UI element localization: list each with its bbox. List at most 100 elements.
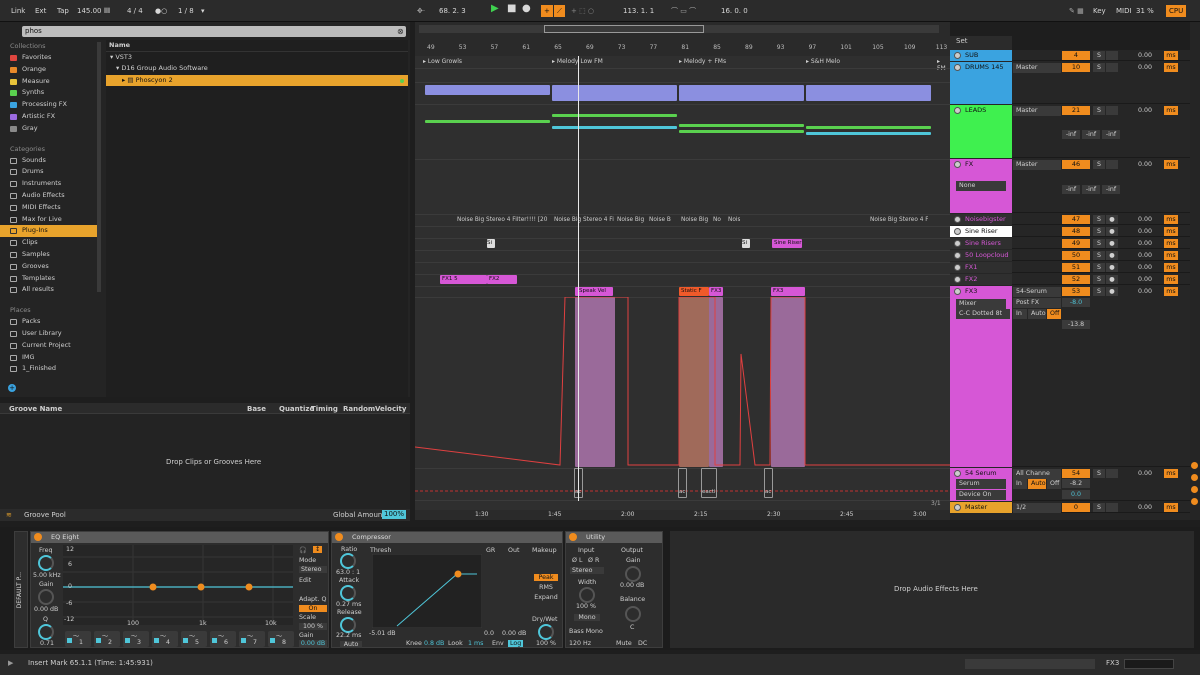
drywet-value[interactable]: 100 %	[536, 640, 556, 647]
monitor-auto[interactable]: Auto	[1028, 309, 1046, 319]
arm-button[interactable]: ●	[1106, 215, 1118, 224]
category-item[interactable]: MIDI Effects	[0, 202, 100, 214]
lead-clip[interactable]	[806, 132, 931, 135]
track-fold-icon[interactable]	[954, 216, 961, 223]
ratio-knob[interactable]	[340, 553, 356, 569]
metronome-icon[interactable]: ●○	[152, 5, 170, 17]
solo-button[interactable]: S	[1093, 239, 1105, 248]
record-icon[interactable]: ●	[519, 3, 534, 15]
track-activator[interactable]: 47	[1062, 215, 1090, 224]
balance-knob[interactable]	[625, 606, 641, 622]
overdub-icon[interactable]: +	[541, 5, 553, 17]
lead-clip[interactable]	[679, 124, 804, 127]
phase-right-toggle[interactable]: Ø R	[588, 557, 599, 564]
peak-toggle[interactable]: Peak	[534, 574, 558, 581]
look-value[interactable]: 1 ms	[468, 640, 483, 647]
arm-button[interactable]	[1106, 469, 1118, 478]
collection-item[interactable]: Artistic FX	[0, 111, 100, 123]
link-button[interactable]: Link	[8, 5, 28, 17]
track-volume[interactable]: 0.00	[1130, 227, 1160, 236]
eq-band-button[interactable]: 〜 2	[94, 631, 120, 647]
arm-button[interactable]	[1106, 503, 1118, 512]
send-level[interactable]: -inf	[1082, 185, 1100, 194]
track-activator[interactable]: 10	[1062, 63, 1090, 72]
send-level[interactable]: -inf	[1062, 185, 1080, 194]
serum-monitor-off[interactable]: Off	[1047, 479, 1061, 489]
monitor-off[interactable]: Off	[1047, 309, 1061, 319]
track-activator[interactable]: 52	[1062, 275, 1090, 284]
util-gain-knob[interactable]	[625, 566, 641, 582]
ratio-value[interactable]: 63.0 : 1	[336, 569, 360, 576]
track-activator[interactable]: 21	[1062, 106, 1090, 115]
arm-button[interactable]	[1106, 106, 1118, 115]
track-activator[interactable]: 50	[1062, 251, 1090, 260]
eq-band-button[interactable]: 〜 1	[65, 631, 91, 647]
arm-button[interactable]: ●	[1106, 239, 1118, 248]
arm-button[interactable]: ●	[1106, 227, 1118, 236]
solo-button[interactable]: S	[1093, 215, 1105, 224]
automation-clip[interactable]: FX3	[771, 287, 805, 296]
track-volume[interactable]: 0.00	[1130, 160, 1160, 169]
mixer-track[interactable]: Master 1/2 0 S 0.00 ms	[950, 502, 1190, 513]
track-volume[interactable]: 0.00	[1130, 503, 1160, 512]
gain-value[interactable]: 0.00 dB	[34, 606, 58, 613]
band-on-icon[interactable]	[212, 638, 217, 643]
serum-monitor-in[interactable]: In	[1013, 479, 1027, 489]
automation-clip[interactable]: Speak Vel	[575, 287, 613, 296]
band-on-icon[interactable]	[96, 638, 101, 643]
band-on-icon[interactable]	[67, 638, 72, 643]
eq-band-button[interactable]: 〜 8	[268, 631, 294, 647]
mono-toggle[interactable]: Mono	[574, 614, 600, 621]
channel-mode-select[interactable]: Stereo	[570, 567, 604, 574]
track-fold-icon[interactable]	[954, 228, 961, 235]
noise-clip[interactable]: Nois	[726, 215, 740, 225]
bass-mono-toggle[interactable]: Bass Mono	[569, 628, 603, 635]
mixer-track[interactable]: 50 Loopcloud 50 S ● 0.00 ms	[950, 250, 1190, 261]
audition-toggle[interactable]: ↕	[313, 546, 323, 553]
delay-unit-toggle[interactable]: ms	[1164, 239, 1178, 248]
noise-clip[interactable]: Noise Big Stereo 4 Fi	[552, 215, 614, 225]
category-item[interactable]: Templates	[0, 273, 100, 285]
device-on-icon[interactable]	[569, 533, 577, 541]
track-header[interactable]: Noisebigster	[950, 214, 1012, 225]
device-on-select[interactable]: Device On	[956, 490, 1006, 500]
delay-unit-toggle[interactable]: ms	[1164, 63, 1178, 72]
tree-item[interactable]: ▾ VST3	[106, 52, 408, 64]
tree-item[interactable]: ▾ D16 Group Audio Software	[106, 63, 408, 75]
delay-unit-toggle[interactable]: ms	[1164, 215, 1178, 224]
category-item[interactable]: Max for Live	[0, 214, 100, 226]
out-value[interactable]: 0.00 dB	[502, 630, 526, 637]
freq-knob[interactable]	[38, 555, 54, 571]
eq-band-button[interactable]: 〜 3	[123, 631, 149, 647]
track-header[interactable]: FX2	[950, 274, 1012, 285]
solo-button[interactable]: S	[1093, 251, 1105, 260]
category-item[interactable]: Instruments	[0, 178, 100, 190]
solo-button[interactable]: S	[1093, 160, 1105, 169]
delay-unit-toggle[interactable]: ms	[1164, 251, 1178, 260]
eq-band-button[interactable]: 〜 6	[210, 631, 236, 647]
release-value[interactable]: 22.2 ms	[336, 632, 361, 639]
delay-unit-toggle[interactable]: ms	[1164, 160, 1178, 169]
fx-input-select[interactable]: None	[956, 181, 1006, 191]
band-on-icon[interactable]	[270, 638, 275, 643]
band-on-icon[interactable]	[154, 638, 159, 643]
overview-viewport[interactable]	[544, 25, 704, 33]
song-position[interactable]: 68. 2. 3	[436, 5, 469, 17]
category-item[interactable]: Clips	[0, 237, 100, 249]
lead-clip[interactable]	[552, 126, 677, 129]
track-activator[interactable]: 51	[1062, 263, 1090, 272]
automation-clip[interactable]: Static F	[679, 287, 709, 296]
solo-button[interactable]: S	[1093, 469, 1105, 478]
delay-unit-toggle[interactable]: ms	[1164, 51, 1178, 60]
solo-button[interactable]: S	[1093, 263, 1105, 272]
noise-clip[interactable]: Noise Big Stereo 4 Filter!!!! [20	[455, 215, 551, 225]
width-value[interactable]: 100 %	[576, 603, 596, 610]
nudge-icon[interactable]: ⦀⦀	[101, 5, 113, 17]
scale-value[interactable]: 100 %	[299, 623, 327, 630]
io-toggle-icon[interactable]	[1191, 462, 1198, 469]
output-routing-select[interactable]: 1/2	[1013, 503, 1061, 513]
sine-clip[interactable]: Si	[742, 239, 750, 248]
bottom-clip[interactable]: eacti	[701, 468, 717, 498]
sends-toggle-icon[interactable]	[1191, 474, 1198, 481]
locator[interactable]: ▸ FM	[937, 58, 950, 72]
